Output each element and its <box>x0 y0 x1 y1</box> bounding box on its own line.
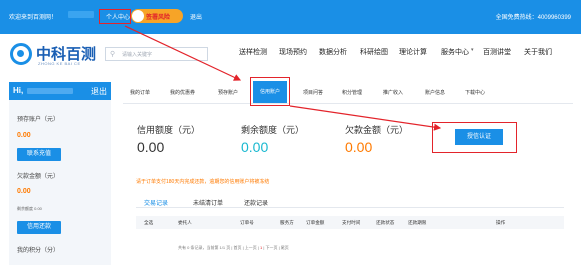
arrears-label: 欠款金额（元） <box>17 174 60 180</box>
remaining-limit-text: 剩余额度 0.00 <box>17 206 42 211</box>
prepaid-label: 预存账户（元） <box>17 117 60 123</box>
remaining-limit-label: 剩余额度（元） <box>241 125 305 135</box>
pager-next[interactable]: 下一页 <box>266 245 278 250</box>
pager-last[interactable]: 尾页 <box>281 245 289 250</box>
logo-subtitle: ZHONG KE BAI CE <box>38 61 81 66</box>
chevron-down-icon: ▾ <box>471 47 474 53</box>
account-tabs: 我的订单 我的优惠券 预存账户 项目问答 积分管理 推广收入 账户信息 下载中心 <box>123 82 573 104</box>
nav-item-plotting[interactable]: 科研绘图 <box>360 47 388 57</box>
top-bar: 欢迎来到百测网！ 个人中心 签署风险 退出 全国免费热线：4009960399 <box>0 0 581 34</box>
credit-limit-value: 0.00 <box>137 139 165 155</box>
sidebar: 预存账户（元） 0.00 联系充值 欠款金额（元） 0.00 剩余额度 0.00… <box>9 100 111 265</box>
tab-promo[interactable]: 推广收入 <box>383 89 403 96</box>
search-input[interactable]: 请输入关键字 <box>122 51 152 58</box>
pagination: 共有 0 条记录，当前第 1/1 页 | 首页 | 上一页 | 1 | 下一页 … <box>178 245 289 250</box>
vip-label: 签署风险 <box>146 15 171 21</box>
sidebar-header: Hi, 退出 <box>9 82 111 100</box>
col-actions: 操作 <box>496 220 506 225</box>
tab-prepaid[interactable]: 预存账户 <box>218 89 238 96</box>
col-client: 委托人 <box>178 220 192 225</box>
points-label: 我的积分（分） <box>17 248 60 254</box>
tab-qa[interactable]: 项目问答 <box>303 89 323 96</box>
vip-icon <box>132 10 144 22</box>
recharge-button[interactable]: 联系充值 <box>17 148 61 161</box>
highlight-credit-tab <box>250 77 290 106</box>
col-provider: 服务方 <box>280 220 294 225</box>
nav-item-onsite[interactable]: 现场预约 <box>279 47 307 57</box>
username-mask <box>27 88 73 94</box>
logo-icon[interactable] <box>10 43 32 65</box>
nav-item-service[interactable]: 服务中心 <box>441 47 469 57</box>
record-tabs: 交易记录 未结清订单 还款记录 <box>136 192 564 208</box>
credit-limit-label: 信用额度（元） <box>137 125 201 135</box>
hotline-text: 全国免费热线：4009960399 <box>495 15 571 21</box>
highlight-personal-center <box>99 9 131 24</box>
tab-orders[interactable]: 我的订单 <box>130 89 150 96</box>
nav-item-data-analysis[interactable]: 数据分析 <box>319 47 347 57</box>
tab-points[interactable]: 积分管理 <box>342 89 362 96</box>
table-header: 全选 委托人 订单号 服务方 订单金额 支付时间 还款状态 还款期限 操作 <box>136 216 564 229</box>
search-icon[interactable]: ⚲ <box>110 50 115 58</box>
top-logout-link[interactable]: 退出 <box>190 12 202 21</box>
pager-current[interactable]: 1 <box>260 245 262 250</box>
arrears-amount-label: 欠款金额（元） <box>345 125 409 135</box>
arrears-value: 0.00 <box>17 188 31 195</box>
subtab-unsettled[interactable]: 未结清订单 <box>193 198 223 207</box>
subtab-repayments[interactable]: 还款记录 <box>244 198 268 207</box>
col-order-no: 订单号 <box>240 220 254 225</box>
remaining-limit-value: 0.00 <box>241 139 269 155</box>
select-all-checkbox[interactable]: 全选 <box>144 220 153 226</box>
sidebar-logout-button[interactable]: 退出 <box>91 86 107 97</box>
highlight-auth-button <box>432 122 517 153</box>
col-amount: 订单金额 <box>306 220 325 225</box>
nav-item-calculation[interactable]: 理论计算 <box>399 47 427 57</box>
tab-coupons[interactable]: 我的优惠券 <box>170 89 195 96</box>
nav-item-sample-test[interactable]: 送样检测 <box>239 47 267 57</box>
nav-item-lecture[interactable]: 百测讲堂 <box>483 47 511 57</box>
subtab-transactions[interactable]: 交易记录 <box>144 198 168 207</box>
pagination-summary: 共有 0 条记录，当前第 1/1 页 <box>178 245 231 250</box>
col-pay-time: 支付时间 <box>342 220 361 225</box>
vip-badge[interactable]: 签署风险 <box>131 9 183 23</box>
credit-pay-button[interactable]: 信用还款 <box>17 221 61 234</box>
arrears-amount-value: 0.00 <box>345 139 373 155</box>
prepaid-value: 0.00 <box>17 132 31 139</box>
site-header: 中科百测 ZHONG KE BAI CE ⚲ 请输入关键字 送样检测 现场预约 … <box>0 34 581 74</box>
pager-prev[interactable]: 上一页 <box>245 245 257 250</box>
tab-downloads[interactable]: 下载中心 <box>465 89 485 96</box>
col-repay-status: 还款状态 <box>376 220 395 225</box>
pager-first[interactable]: 首页 <box>234 245 242 250</box>
greeting: Hi, <box>13 86 24 95</box>
col-repay-deadline: 还款期限 <box>408 220 427 225</box>
welcome-text: 欢迎来到百测网！ <box>9 15 58 21</box>
search-box[interactable]: ⚲ 请输入关键字 <box>105 47 208 61</box>
repayment-notice: 请于订单支付180天内完成还款，逾期您的信用账户将被冻结 <box>136 179 270 185</box>
nav-item-about[interactable]: 关于我们 <box>524 47 552 57</box>
tab-account-info[interactable]: 账户信息 <box>425 89 445 96</box>
username-mask <box>68 11 94 18</box>
